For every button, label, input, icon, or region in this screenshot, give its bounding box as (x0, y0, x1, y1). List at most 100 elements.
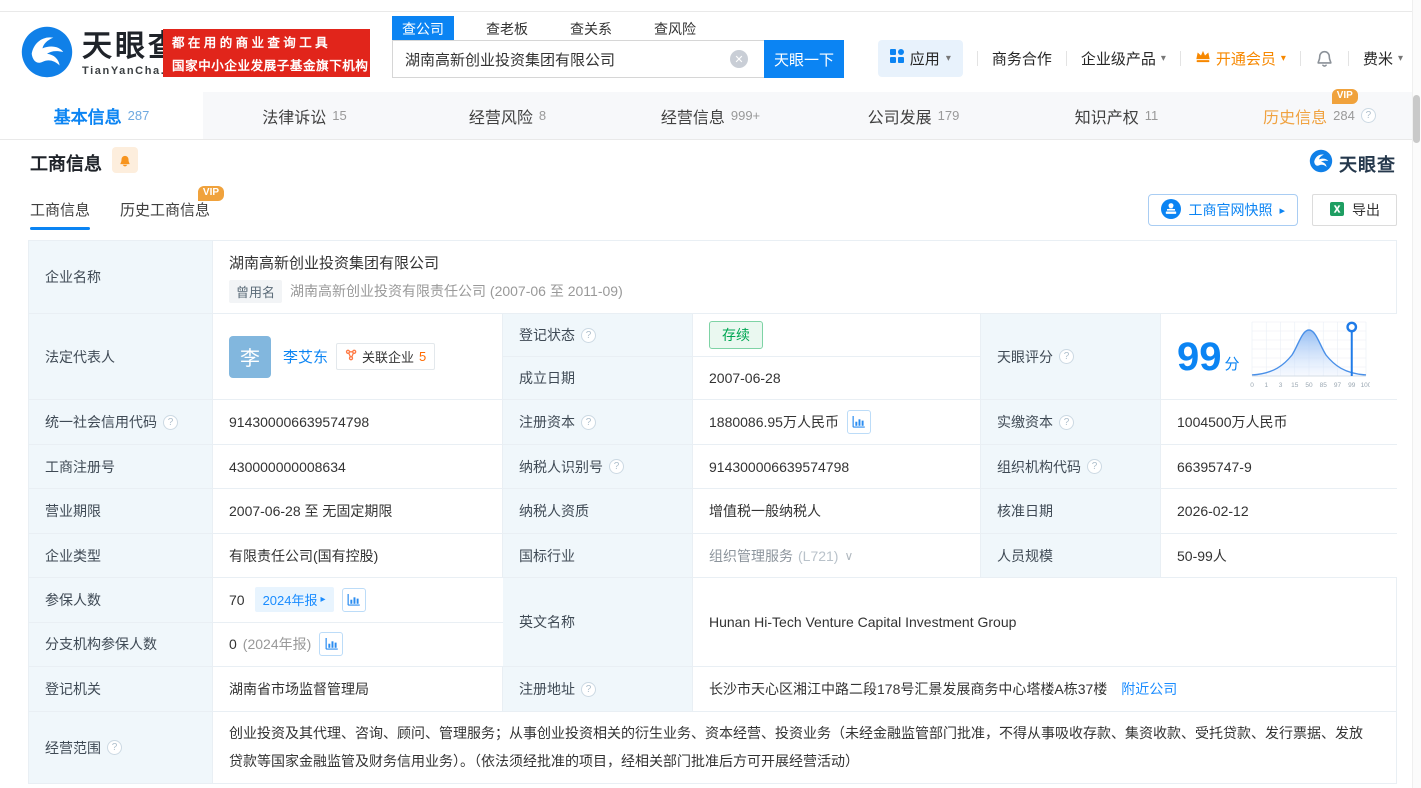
caret-down-icon: ▾ (1397, 52, 1403, 64)
company-nav-tabs: 基本信息 287 法律诉讼 15 经营风险 8 经营信息 999+ 公司发展 179 知识… (0, 88, 1421, 140)
org-code-label: 组织机构代码 (997, 458, 1081, 475)
company-type-label: 企业类型 (45, 547, 101, 564)
term-value: 2007-06-28 至 无固定期限 (229, 503, 393, 519)
table-row-legal-rep: 法定代表人 李 李艾东 关联企业 5 登记状态 ? 存续 成立日期 2007-0… (29, 314, 1397, 400)
help-icon[interactable]: ? (1059, 414, 1074, 430)
crown-icon (1195, 49, 1211, 68)
subtab-history-business-info[interactable]: VIP 历史工商信息 (120, 186, 225, 230)
help-icon[interactable]: ? (581, 681, 596, 697)
svg-text:50: 50 (1305, 382, 1313, 389)
related-companies-icon (345, 349, 357, 364)
staff-size-value: 50-99人 (1177, 547, 1227, 564)
help-icon[interactable]: ? (163, 414, 178, 430)
official-snapshot-button[interactable]: 工商官网快照 ▸ (1148, 194, 1298, 226)
tab-business-info[interactable]: 经营信息 999+ (609, 92, 812, 139)
registry-label: 登记机关 (45, 681, 101, 697)
clear-search-icon[interactable]: ✕ (730, 50, 748, 68)
search-input[interactable] (392, 40, 764, 78)
taxpayer-quality-label: 纳税人资质 (519, 503, 589, 519)
establish-date-label: 成立日期 (519, 370, 575, 386)
table-row-term: 营业期限 2007-06-28 至 无固定期限 纳税人资质 增值税一般纳税人 核… (29, 489, 1397, 534)
help-icon[interactable]: ? (107, 740, 122, 755)
search-tab-company[interactable]: 查公司 (392, 16, 454, 42)
annual-report-tag[interactable]: 2024年报 ▸ (254, 587, 334, 613)
menu-cooperation[interactable]: 商务合作 (992, 48, 1052, 69)
related-companies-tag[interactable]: 关联企业 5 (336, 343, 436, 370)
scrollbar-thumb[interactable] (1413, 95, 1420, 143)
help-icon[interactable]: ? (581, 327, 596, 343)
monitor-bell-icon[interactable] (112, 147, 138, 173)
search-tab-boss[interactable]: 查老板 (476, 16, 538, 42)
tab-legal[interactable]: 法律诉讼 15 (203, 92, 406, 139)
score-distribution-chart[interactable]: 0 1 3 15 50 85 97 99 100 (1248, 318, 1371, 395)
legal-rep-link[interactable]: 李艾东 (283, 346, 328, 367)
help-icon[interactable]: ? (1059, 349, 1074, 364)
help-icon[interactable]: ? (581, 414, 596, 430)
taxpayer-no-label: 纳税人识别号 (519, 458, 603, 475)
promo-banner: 都在用的商业查询工具 国家中小企业发展子基金旗下机构 (163, 29, 370, 77)
taxpayer-no-value: 914300006639574798 (709, 458, 850, 475)
menu-open-vip[interactable]: 开通会员 ▾ (1195, 48, 1286, 69)
branch-insured-trend-chart-icon[interactable] (319, 632, 344, 657)
business-info-table: 企业名称 湖南高新创业投资集团有限公司 曾用名 湖南高新创业投资有限责任公司 (… (28, 240, 1397, 784)
status-badge: 存续 (709, 321, 763, 349)
export-button[interactable]: 导出 (1312, 194, 1397, 226)
tab-history-info[interactable]: VIP 历史信息 284 ? (1218, 88, 1421, 139)
tianyancha-logo-icon (1309, 149, 1333, 178)
svg-text:99: 99 (1348, 382, 1356, 389)
org-code-value: 66395747-9 (1177, 458, 1252, 475)
search-tabs: 查公司 查老板 查关系 查风险 (392, 16, 706, 42)
branch-insured-label: 分支机构参保人数 (45, 636, 157, 653)
search-tab-relation[interactable]: 查关系 (560, 16, 622, 42)
tab-basic-info[interactable]: 基本信息 287 (0, 92, 203, 139)
address-value: 长沙市天心区湘江中路二段178号汇景发展商务中心塔楼A栋37楼 (709, 681, 1108, 697)
help-icon[interactable]: ? (1087, 459, 1102, 474)
username: 费米 (1362, 50, 1393, 68)
company-name-label: 企业名称 (45, 269, 101, 285)
tab-intellectual-property[interactable]: 知识产权 11 (1015, 92, 1218, 139)
caret-down-icon: ▾ (945, 52, 951, 64)
nearby-companies-link[interactable]: 附近公司 (1121, 679, 1177, 699)
industry-code: (L721) (798, 547, 839, 564)
score-unit: 分 (1224, 356, 1240, 373)
establish-date-value: 2007-06-28 (709, 370, 781, 386)
tab-company-development[interactable]: 公司发展 179 (812, 92, 1015, 139)
promo-line1: 都在用的商业查询工具 (172, 36, 332, 50)
insured-trend-chart-icon[interactable] (341, 587, 366, 612)
tab-operating-risk[interactable]: 经营风险 8 (406, 92, 609, 139)
search-tab-risk[interactable]: 查风险 (644, 16, 706, 42)
svg-text:1: 1 (1264, 382, 1268, 389)
capital-trend-chart-icon[interactable] (846, 410, 871, 434)
divider (1065, 50, 1067, 66)
chevron-down-icon[interactable]: ∨ (844, 549, 853, 563)
search-button[interactable]: 天眼一下 (764, 40, 844, 78)
former-name-tag: 曾用名 (229, 279, 283, 303)
legal-rep-avatar[interactable]: 李 (229, 335, 271, 378)
table-row-credit-code: 统一社会信用代码 ? 914300006639574798 注册资本 ? 188… (29, 400, 1397, 445)
user-menu[interactable]: 费米 ▾ (1363, 48, 1403, 69)
legal-rep-label: 法定代表人 (45, 348, 115, 365)
divider (976, 50, 978, 66)
scope-label: 经营范围 (45, 739, 101, 756)
paid-capital-label: 实缴资本 (997, 414, 1053, 430)
scrollbar-track[interactable] (1412, 0, 1421, 788)
notification-bell-icon[interactable] (1315, 48, 1334, 68)
help-icon[interactable]: ? (1360, 108, 1376, 123)
insured-label: 参保人数 (45, 591, 101, 608)
table-row-scope: 经营范围 ? 创业投资及其代理、咨询、顾问、管理服务；从事创业投资相关的衍生业务… (29, 712, 1396, 783)
former-name-value: 湖南高新创业投资有限责任公司 (2007-06 至 2011-09) (290, 283, 623, 299)
branch-insured-report-note: (2024年报) (242, 636, 312, 653)
paid-capital-value: 1004500万人民币 (1177, 414, 1288, 430)
help-icon[interactable]: ? (609, 459, 624, 474)
menu-enterprise[interactable]: 企业级产品 ▾ (1081, 48, 1166, 69)
branch-insured-value: 0 (229, 636, 237, 653)
section-title: 工商信息 (30, 154, 102, 174)
excel-icon (1329, 201, 1345, 220)
subtab-business-info[interactable]: 工商信息 (30, 199, 91, 230)
svg-text:3: 3 (1278, 382, 1282, 389)
section-subtabs: 工商信息 VIP 历史工商信息 (30, 186, 225, 230)
apps-menu[interactable]: 应用 ▾ (877, 39, 963, 77)
taxpayer-quality-value: 增值税一般纳税人 (709, 503, 821, 519)
reg-no-value: 430000000008634 (229, 458, 346, 475)
table-row-registry-address: 登记机关 湖南省市场监督管理局 注册地址 ? 长沙市天心区湘江中路二段178号汇… (29, 667, 1396, 712)
